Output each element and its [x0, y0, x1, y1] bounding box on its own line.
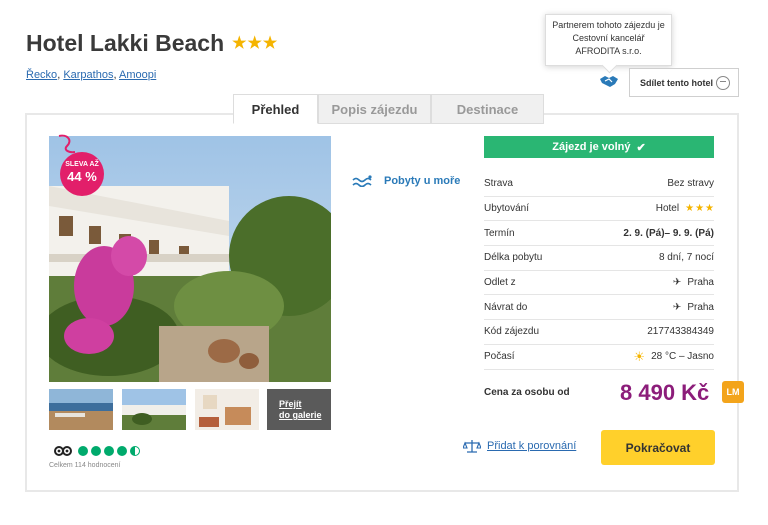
scales-icon — [463, 440, 481, 453]
detail-value: Hotel — [655, 203, 680, 215]
share-hotel-button[interactable]: Sdílet tento hotel — [629, 68, 739, 97]
detail-value: Praha — [687, 277, 714, 289]
tripadvisor-rating[interactable] — [54, 446, 140, 456]
beach-waves-icon — [352, 175, 372, 187]
hotel-name: Hotel Lakki Beach — [26, 30, 225, 56]
last-minute-badge: LM — [722, 381, 744, 403]
detail-row-departure: Odlet z ✈ Praha — [484, 271, 714, 296]
add-to-compare-label: Přidat k porovnání — [487, 440, 577, 452]
trip-details: Strava Bez stravy Ubytování Hotel ★ ★ ★ … — [484, 172, 714, 370]
sun-icon: ☀ — [633, 348, 646, 364]
tab-bar: Přehled Popis zájezdu Destinace — [233, 94, 544, 124]
detail-label: Návrat do — [484, 301, 528, 313]
tripadvisor-owl-icon — [54, 446, 72, 456]
price-row: Cena za osobu od 8 490 Kč LM — [484, 380, 744, 405]
detail-label: Délka pobytu — [484, 252, 543, 264]
sale-badge-line2: 44 % — [67, 169, 97, 184]
detail-row-weather: Počasí ☀ 28 °C – Jasno — [484, 345, 714, 370]
detail-row-length: Délka pobytu 8 dní, 7 nocí — [484, 246, 714, 271]
tab-destination[interactable]: Destinace — [431, 94, 544, 124]
star-icon: ★ — [695, 202, 705, 214]
detail-value-group: ☀ 28 °C – Jasno — [633, 349, 714, 365]
continue-button[interactable]: Pokračovat — [601, 430, 715, 465]
rating-dot — [104, 446, 114, 456]
accommodation-stars: ★ ★ ★ — [685, 202, 714, 214]
hotel-stars: ★ ★ ★ — [232, 34, 278, 52]
sale-badge-line1: SLEVA AŽ — [65, 161, 99, 168]
partner-tooltip: Partnerem tohoto zájezdu je Cestovní kan… — [545, 14, 672, 66]
gallery-thumbnail-2[interactable] — [122, 389, 186, 430]
handshake-icon[interactable] — [599, 73, 619, 89]
detail-row-accommodation: Ubytování Hotel ★ ★ ★ — [484, 197, 714, 222]
rating-dot-half — [130, 446, 140, 456]
detail-row-term: Termín 2. 9. (Pá)– 9. 9. (Pá) — [484, 221, 714, 247]
star-icon: ★ — [232, 34, 247, 52]
reviews-count: Celkem 114 hodnocení — [49, 462, 121, 469]
detail-label: Termín — [484, 227, 515, 239]
detail-label: Kód zájezdu — [484, 326, 540, 338]
plane-departure-icon: ✈ — [672, 277, 682, 289]
share-hotel-label: Sdílet tento hotel — [640, 77, 713, 88]
detail-row-return: Návrat do ✈ Praha — [484, 295, 714, 321]
detail-row-code: Kód zájezdu 217743384349 — [484, 320, 714, 345]
ribbon-icon — [58, 134, 76, 154]
beach-stay-link[interactable]: Pobyty u moře — [352, 175, 460, 187]
star-icon: ★ — [705, 202, 714, 214]
detail-label: Odlet z — [484, 277, 516, 289]
plane-return-icon: ✈ — [672, 301, 682, 313]
detail-value: 28 °C – Jasno — [651, 351, 714, 363]
detail-label: Počasí — [484, 351, 515, 363]
add-to-compare-link[interactable]: Přidat k porovnání — [463, 439, 576, 453]
rating-dot — [117, 446, 127, 456]
star-icon: ★ — [247, 34, 262, 52]
gallery-link-line1: Přejít — [279, 399, 302, 409]
go-to-gallery-link[interactable]: Přejít do galerie — [267, 389, 331, 430]
checkmark-icon: ✔ — [636, 141, 646, 154]
tab-description[interactable]: Popis zájezdu — [318, 94, 431, 124]
detail-value-group: ✈ Praha — [673, 277, 714, 288]
star-icon: ★ — [262, 34, 278, 52]
availability-status-label: Zájezd je volný — [552, 141, 631, 153]
price-value: 8 490 Kč — [620, 380, 710, 405]
beach-stay-label: Pobyty u moře — [384, 175, 461, 187]
star-icon: ★ — [685, 202, 695, 214]
sale-badge: SLEVA AŽ 44 % — [60, 152, 104, 196]
gallery-link-line2: do galerie — [279, 410, 322, 420]
detail-value: Bez stravy — [667, 178, 714, 190]
detail-value-group: Hotel ★ ★ ★ — [656, 203, 714, 214]
rating-dot — [78, 446, 88, 456]
detail-row-board: Strava Bez stravy — [484, 172, 714, 197]
availability-status: Zájezd je volný ✔ — [484, 136, 714, 158]
detail-value: 217743384349 — [647, 326, 714, 338]
detail-value: 8 dní, 7 nocí — [658, 252, 714, 264]
breadcrumb-island[interactable]: Karpathos — [63, 69, 113, 81]
breadcrumb-country[interactable]: Řecko — [26, 69, 57, 81]
tab-overview[interactable]: Přehled — [233, 94, 318, 124]
rating-dot — [91, 446, 101, 456]
gallery-thumbnail-3[interactable] — [195, 389, 259, 430]
breadcrumb-resort[interactable]: Amoopi — [119, 69, 156, 81]
detail-label: Ubytování — [484, 203, 530, 215]
detail-label: Strava — [484, 178, 513, 190]
price-label: Cena za osobu od — [484, 386, 570, 398]
breadcrumb: Řecko, Karpathos, Amoopi — [26, 69, 157, 81]
detail-value-group: ✈ Praha — [673, 302, 714, 313]
detail-value: Praha — [687, 301, 714, 313]
gallery-thumbnail-1[interactable] — [49, 389, 113, 430]
hotel-title: Hotel Lakki Beach ★ ★ ★ — [26, 30, 277, 57]
chevron-down-icon — [716, 76, 730, 90]
detail-value: 2. 9. (Pá)– 9. 9. (Pá) — [623, 227, 714, 239]
